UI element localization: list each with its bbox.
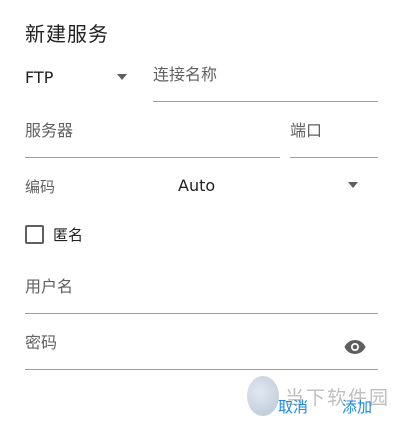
encoding-label: 编码	[25, 178, 56, 196]
encoding-value: Auto	[178, 175, 216, 195]
eye-icon[interactable]	[344, 339, 366, 355]
chevron-down-icon	[117, 74, 127, 80]
anonymous-label: 匿名	[53, 226, 84, 244]
add-button[interactable]: 添加	[342, 396, 372, 417]
connection-name-field[interactable]: 连接名称	[153, 62, 378, 102]
cancel-button[interactable]: 取消	[278, 396, 308, 417]
connection-name-placeholder: 连接名称	[153, 65, 218, 84]
watermark-logo-icon	[247, 376, 279, 416]
username-field[interactable]: 用户名	[25, 270, 378, 314]
password-placeholder: 密码	[25, 333, 58, 352]
password-field[interactable]: 密码	[25, 326, 378, 370]
new-service-dialog: 新建服务 FTP 连接名称 服务器 端口 编码 Auto 匿名 用户名 密码 当…	[0, 0, 400, 433]
port-field[interactable]: 端口	[290, 118, 378, 158]
dialog-actions: 取消 添加	[278, 396, 372, 417]
encoding-select[interactable]: Auto	[178, 172, 360, 198]
dialog-title: 新建服务	[25, 22, 109, 46]
port-placeholder: 端口	[290, 121, 323, 140]
server-field[interactable]: 服务器	[25, 118, 280, 158]
username-placeholder: 用户名	[25, 277, 74, 296]
protocol-select[interactable]: FTP	[25, 62, 135, 92]
anonymous-checkbox[interactable]: 匿名	[25, 224, 83, 245]
protocol-value: FTP	[25, 67, 54, 87]
chevron-down-icon	[348, 182, 358, 188]
server-placeholder: 服务器	[25, 121, 74, 140]
checkbox-icon	[25, 225, 44, 244]
